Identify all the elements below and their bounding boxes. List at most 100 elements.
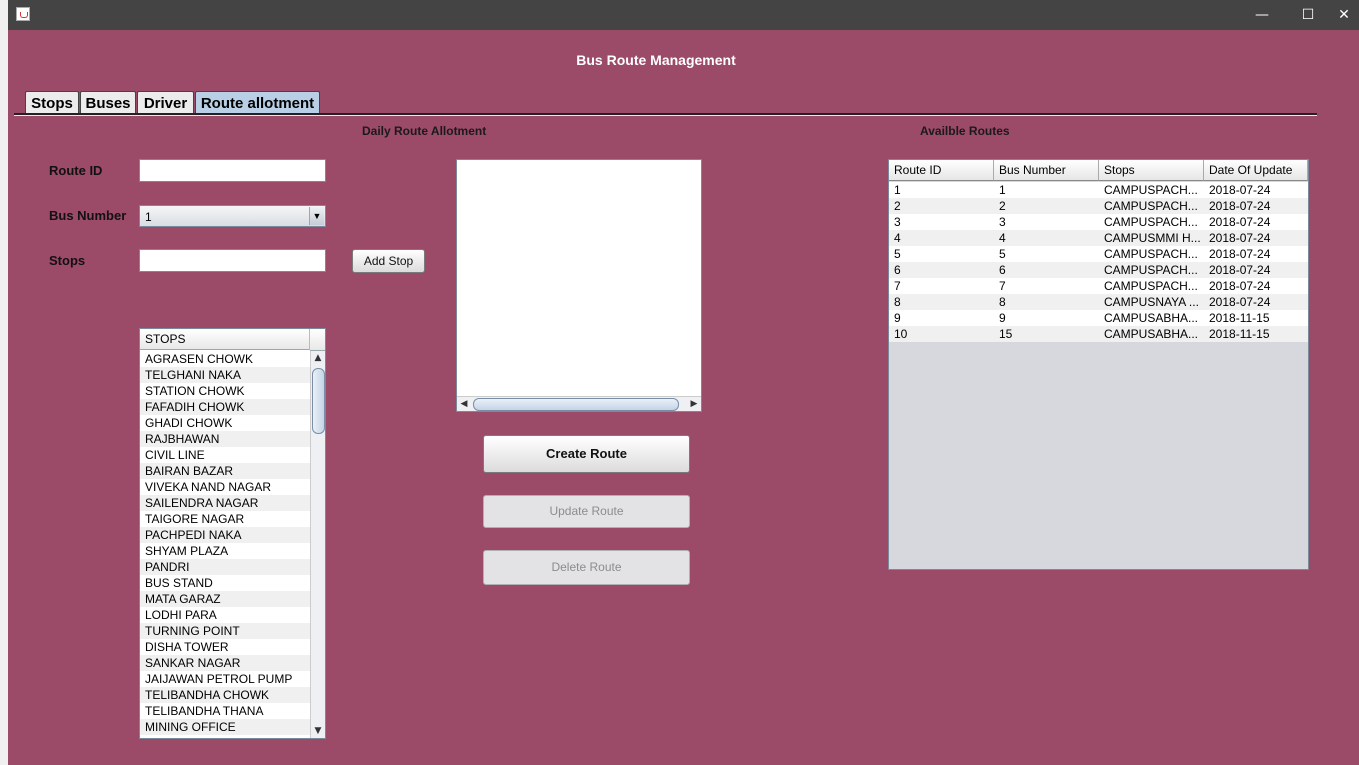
- column-header[interactable]: Date Of Update: [1204, 160, 1308, 181]
- column-header[interactable]: Route ID: [889, 160, 994, 181]
- routes-table-header: Route ID Bus Number Stops Date Of Update: [889, 160, 1308, 182]
- table-cell: 1: [999, 183, 1006, 197]
- scroll-right-arrow-icon[interactable]: ▶: [687, 397, 701, 411]
- update-route-button[interactable]: Update Route: [483, 495, 690, 528]
- scroll-up-arrow-icon[interactable]: ▲: [311, 351, 325, 365]
- daily-route-allotment-title: Daily Route Allotment: [362, 124, 487, 138]
- app-heading: Bus Route Management: [576, 52, 736, 68]
- table-cell: CAMPUSPACH...: [1104, 215, 1198, 229]
- column-header[interactable]: Stops: [1099, 160, 1204, 181]
- table-cell: 2018-07-24: [1209, 183, 1271, 197]
- route-stops-textarea[interactable]: ◀ ▶: [456, 159, 702, 412]
- table-cell: CAMPUSABHA...: [1104, 327, 1199, 341]
- table-cell: 8: [999, 295, 1006, 309]
- list-item[interactable]: BUS STAND: [140, 575, 310, 591]
- desktop-edge: [0, 0, 8, 765]
- list-item[interactable]: AGRASEN CHOWK: [140, 351, 310, 367]
- create-route-button[interactable]: Create Route: [483, 435, 690, 473]
- table-row[interactable]: 10 15 CAMPUSABHA... 2018-11-15: [889, 326, 1308, 342]
- table-row[interactable]: 3 3 CAMPUSPACH... 2018-07-24: [889, 214, 1308, 230]
- table-cell: 6: [999, 263, 1006, 277]
- table-cell: CAMPUSPACH...: [1104, 247, 1198, 261]
- scroll-down-arrow-icon[interactable]: ▼: [311, 724, 325, 738]
- table-cell: 2018-07-24: [1209, 215, 1271, 229]
- tab-separator: [14, 113, 1317, 116]
- table-row[interactable]: 4 4 CAMPUSMMI H... 2018-07-24: [889, 230, 1308, 246]
- add-stop-button[interactable]: Add Stop: [352, 249, 425, 273]
- table-cell: 6: [894, 263, 901, 277]
- table-cell: 4: [999, 231, 1006, 245]
- list-item[interactable]: DISHA TOWER: [140, 639, 310, 655]
- tab-route-allotment[interactable]: Route allotment: [195, 91, 320, 114]
- list-item[interactable]: SANKAR NAGAR: [140, 655, 310, 671]
- table-cell: 2018-11-15: [1209, 311, 1270, 325]
- table-cell: 4: [894, 231, 901, 245]
- list-item[interactable]: STATION CHOWK: [140, 383, 310, 399]
- tab-buses[interactable]: Buses: [80, 91, 136, 114]
- list-item[interactable]: TELGHANI NAKA: [140, 367, 310, 383]
- list-item[interactable]: MATA GARAZ: [140, 591, 310, 607]
- list-item[interactable]: JAIJAWAN PETROL PUMP: [140, 671, 310, 687]
- table-cell: 2018-07-24: [1209, 199, 1271, 213]
- stops-scrollbar[interactable]: ▲ ▼: [310, 351, 325, 738]
- table-row[interactable]: 8 8 CAMPUSNAYA ... 2018-07-24: [889, 294, 1308, 310]
- list-item[interactable]: LODHI PARA: [140, 607, 310, 623]
- stops-list-body: AGRASEN CHOWK TELGHANI NAKA STATION CHOWK F…: [140, 351, 310, 738]
- list-item[interactable]: TELIBANDHA THANA: [140, 703, 310, 719]
- scrollbar-thumb[interactable]: [473, 398, 679, 411]
- table-cell: 10: [894, 327, 908, 341]
- delete-route-button[interactable]: Delete Route: [483, 550, 690, 585]
- maximize-button[interactable]: ☐: [1285, 0, 1331, 30]
- table-cell: CAMPUSPACH...: [1104, 183, 1198, 197]
- table-cell: 2: [894, 199, 901, 213]
- table-row[interactable]: 5 5 CAMPUSPACH... 2018-07-24: [889, 246, 1308, 262]
- available-routes-table[interactable]: Route ID Bus Number Stops Date Of Update 1 1…: [888, 159, 1309, 570]
- column-header[interactable]: Bus Number: [994, 160, 1099, 181]
- table-cell: 2018-07-24: [1209, 231, 1271, 245]
- table-cell: CAMPUSPACH...: [1104, 199, 1198, 213]
- bus-number-selected: 1: [145, 210, 152, 224]
- stops-list[interactable]: STOPS AGRASEN CHOWK TELGHANI NAKA STATION …: [139, 328, 326, 739]
- list-item[interactable]: VIVEKA NAND NAGAR: [140, 479, 310, 495]
- tab-stops[interactable]: Stops: [25, 91, 79, 114]
- list-item[interactable]: SAILENDRA NAGAR: [140, 495, 310, 511]
- table-row[interactable]: 9 9 CAMPUSABHA... 2018-11-15: [889, 310, 1308, 326]
- list-item[interactable]: PACHPEDI NAKA: [140, 527, 310, 543]
- close-button[interactable]: ✕: [1329, 0, 1359, 30]
- list-item[interactable]: RAJBHAWAN: [140, 431, 310, 447]
- app-window: — ☐ ✕ Bus Route Management Stops Buses D…: [8, 0, 1359, 765]
- table-cell: 5: [999, 247, 1006, 261]
- list-item[interactable]: PANDRI: [140, 559, 310, 575]
- minimize-button[interactable]: —: [1239, 0, 1285, 30]
- list-item[interactable]: FAFADIH CHOWK: [140, 399, 310, 415]
- scrollbar-thumb[interactable]: [312, 368, 325, 434]
- table-cell: 2018-11-15: [1209, 327, 1270, 341]
- list-item[interactable]: CIVIL LINE: [140, 447, 310, 463]
- table-cell: 9: [999, 311, 1006, 325]
- list-item[interactable]: TAIGORE NAGAR: [140, 511, 310, 527]
- bus-number-label: Bus Number: [49, 208, 127, 223]
- chevron-down-icon[interactable]: ▼: [309, 207, 324, 225]
- list-item[interactable]: TELIBANDHA CHOWK: [140, 687, 310, 703]
- tab-driver[interactable]: Driver: [137, 91, 194, 114]
- stops-column-header[interactable]: STOPS: [140, 329, 310, 350]
- scroll-left-arrow-icon[interactable]: ◀: [457, 397, 471, 411]
- list-item[interactable]: BAIRAN BAZAR: [140, 463, 310, 479]
- table-row[interactable]: 1 1 CAMPUSPACH... 2018-07-24: [889, 182, 1308, 198]
- stops-input[interactable]: [139, 249, 326, 272]
- table-row[interactable]: 6 6 CAMPUSPACH... 2018-07-24: [889, 262, 1308, 278]
- list-item[interactable]: MINING OFFICE: [140, 719, 310, 735]
- table-cell: 3: [999, 215, 1006, 229]
- table-cell: 15: [999, 327, 1013, 341]
- bus-number-dropdown[interactable]: 1 ▼: [139, 205, 326, 227]
- table-cell: CAMPUSABHA...: [1104, 311, 1199, 325]
- route-id-input[interactable]: [139, 159, 326, 182]
- textarea-horizontal-scrollbar[interactable]: ◀ ▶: [457, 396, 701, 411]
- list-item[interactable]: GHADI CHOWK: [140, 415, 310, 431]
- list-item[interactable]: TURNING POINT: [140, 623, 310, 639]
- list-item[interactable]: SHYAM PLAZA: [140, 543, 310, 559]
- java-app-icon: [16, 7, 30, 21]
- table-row[interactable]: 7 7 CAMPUSPACH... 2018-07-24: [889, 278, 1308, 294]
- routes-table-body: 1 1 CAMPUSPACH... 2018-07-24 2 2 CAMPUSPACH...…: [889, 182, 1308, 342]
- table-row[interactable]: 2 2 CAMPUSPACH... 2018-07-24: [889, 198, 1308, 214]
